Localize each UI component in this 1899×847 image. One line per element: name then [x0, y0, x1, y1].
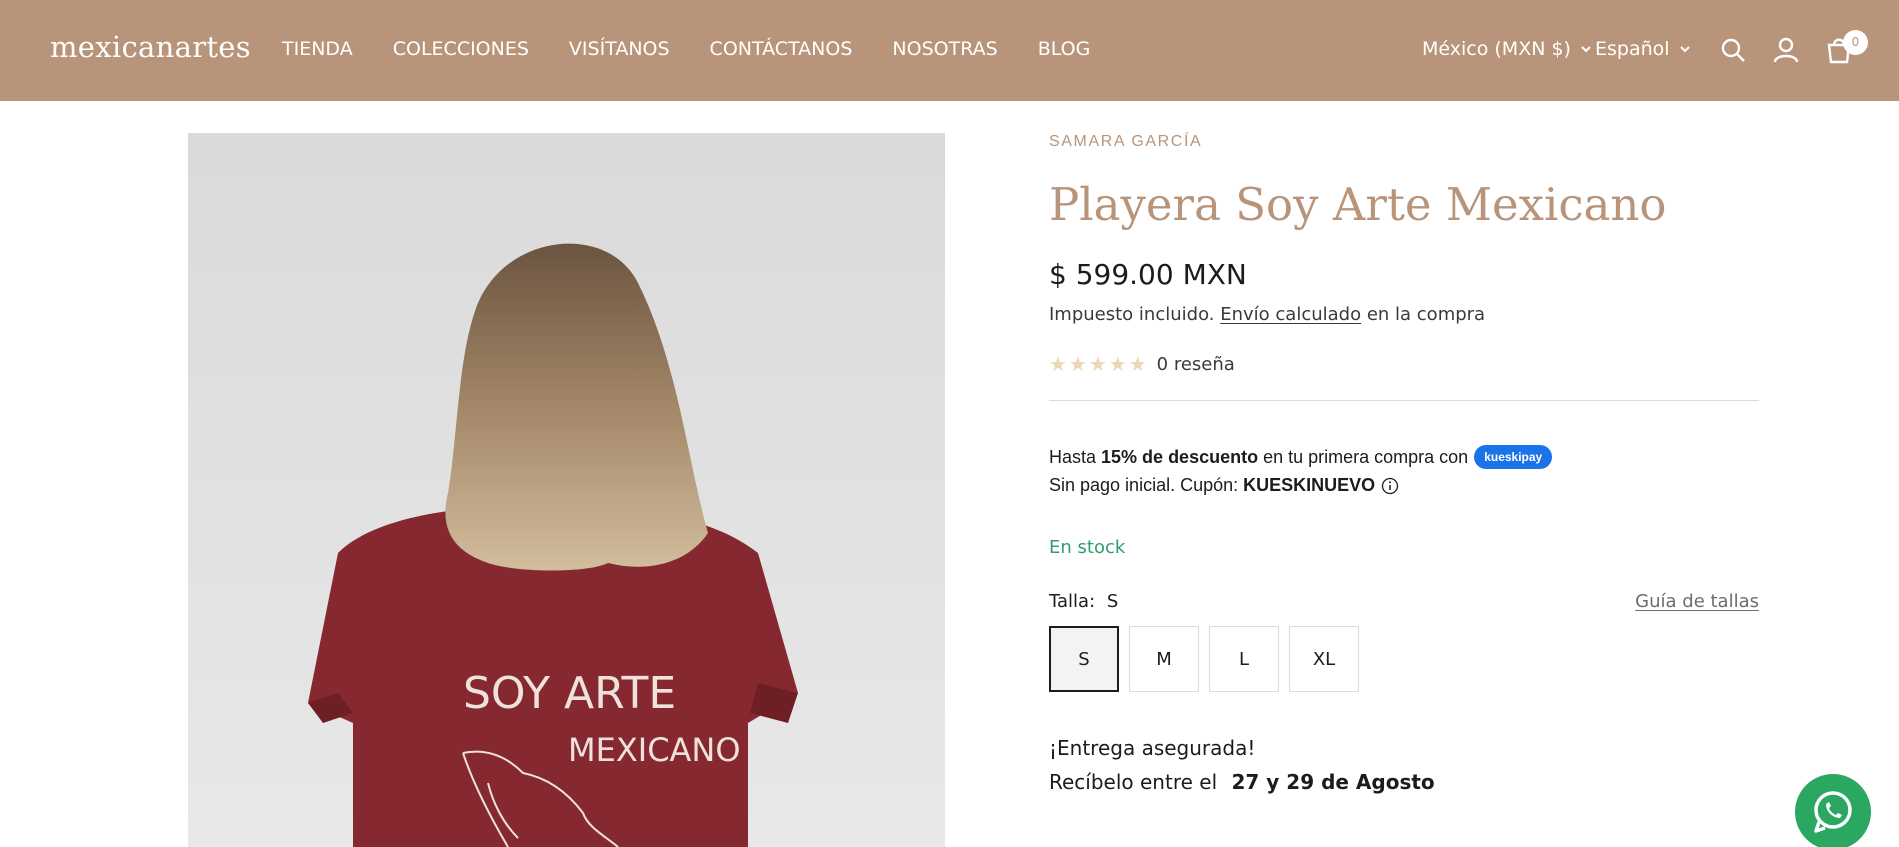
kueski-suffix: en tu primera compra con [1263, 446, 1469, 467]
product-image[interactable]: SOY ARTE MEXICANO [188, 133, 945, 847]
site-logo[interactable]: mexicanartes [50, 30, 251, 64]
language-label: Español [1595, 38, 1670, 60]
product-price: $ 599.00 MXN [1049, 258, 1247, 291]
account-icon[interactable] [1772, 36, 1800, 64]
size-guide-link[interactable]: Guía de tallas [1635, 591, 1759, 612]
nav-tienda[interactable]: TIENDA [282, 38, 353, 60]
size-option-m[interactable]: M [1129, 626, 1199, 692]
divider [1049, 400, 1759, 401]
kueski-promo-line2: Sin pago inicial. Cupón: KUESKINUEVO [1049, 475, 1399, 496]
main-nav: TIENDA COLECCIONES VISÍTANOS CONTÁCTANOS… [282, 38, 1130, 60]
size-options: S M L XL [1049, 626, 1359, 692]
selected-size-value: S [1106, 591, 1119, 612]
chevron-down-icon [1581, 46, 1591, 53]
tax-note: Impuesto incluido. Envío calculado en la… [1049, 304, 1485, 325]
chevron-down-icon [1679, 46, 1690, 53]
stock-status: En stock [1049, 537, 1126, 558]
whatsapp-icon [1814, 791, 1852, 833]
currency-label: México (MXN $) [1422, 38, 1571, 60]
nav-colecciones[interactable]: COLECCIONES [393, 38, 529, 60]
search-icon[interactable] [1719, 36, 1747, 64]
nav-blog[interactable]: BLOG [1038, 38, 1091, 60]
kueski-discount: 15% de descuento [1101, 446, 1259, 467]
language-selector[interactable]: Español [1595, 38, 1692, 60]
tax-prefix: Impuesto incluido. [1049, 304, 1215, 325]
info-icon[interactable] [1381, 477, 1399, 495]
size-label-text: Talla: [1049, 591, 1096, 612]
kueski-promo-line1: Hasta 15% de descuento en tu primera com… [1049, 445, 1553, 469]
size-label: Talla: S [1049, 591, 1118, 612]
delivery-dates: 27 y 29 de Agosto [1231, 770, 1435, 794]
shipping-link[interactable]: Envío calculado [1220, 304, 1361, 325]
kueskipay-logo[interactable]: kueskipay [1474, 445, 1553, 469]
nav-nosotras[interactable]: NOSOTRAS [892, 38, 997, 60]
shirt-text-line1: SOY ARTE [463, 668, 676, 719]
delivery-prefix: Recíbelo entre el [1049, 770, 1218, 794]
product-rating[interactable]: ★★★★★ 0 reseña [1049, 352, 1235, 376]
product-vendor[interactable]: SAMARA GARCÍA [1049, 133, 1202, 151]
product-photo: SOY ARTE MEXICANO [188, 133, 945, 847]
delivery-estimate: Recíbelo entre el 27 y 29 de Agosto [1049, 770, 1435, 794]
cart-count-badge: 0 [1843, 30, 1868, 55]
whatsapp-button[interactable] [1795, 774, 1871, 847]
shirt-text-line2: MEXICANO [568, 731, 741, 769]
review-count: 0 reseña [1156, 353, 1235, 375]
rating-stars-icon: ★★★★★ [1049, 352, 1149, 376]
size-option-s[interactable]: S [1049, 626, 1119, 692]
size-option-xl[interactable]: XL [1289, 626, 1359, 692]
currency-selector[interactable]: México (MXN $) [1422, 38, 1593, 60]
nav-visitanos[interactable]: VISÍTANOS [569, 38, 670, 60]
tax-suffix: en la compra [1366, 304, 1486, 325]
kueski-prefix: Hasta [1049, 446, 1097, 467]
site-header: mexicanartes TIENDA COLECCIONES VISÍTANO… [0, 0, 1899, 101]
product-title: Playera Soy Arte Mexicano [1049, 178, 1667, 231]
nav-contactanos[interactable]: CONTÁCTANOS [710, 38, 853, 60]
delivery-title: ¡Entrega asegurada! [1049, 736, 1256, 760]
size-option-l[interactable]: L [1209, 626, 1279, 692]
kueski-coupon: KUESKINUEVO [1243, 475, 1376, 495]
kueski-line2-prefix: Sin pago inicial. Cupón: [1049, 475, 1239, 495]
